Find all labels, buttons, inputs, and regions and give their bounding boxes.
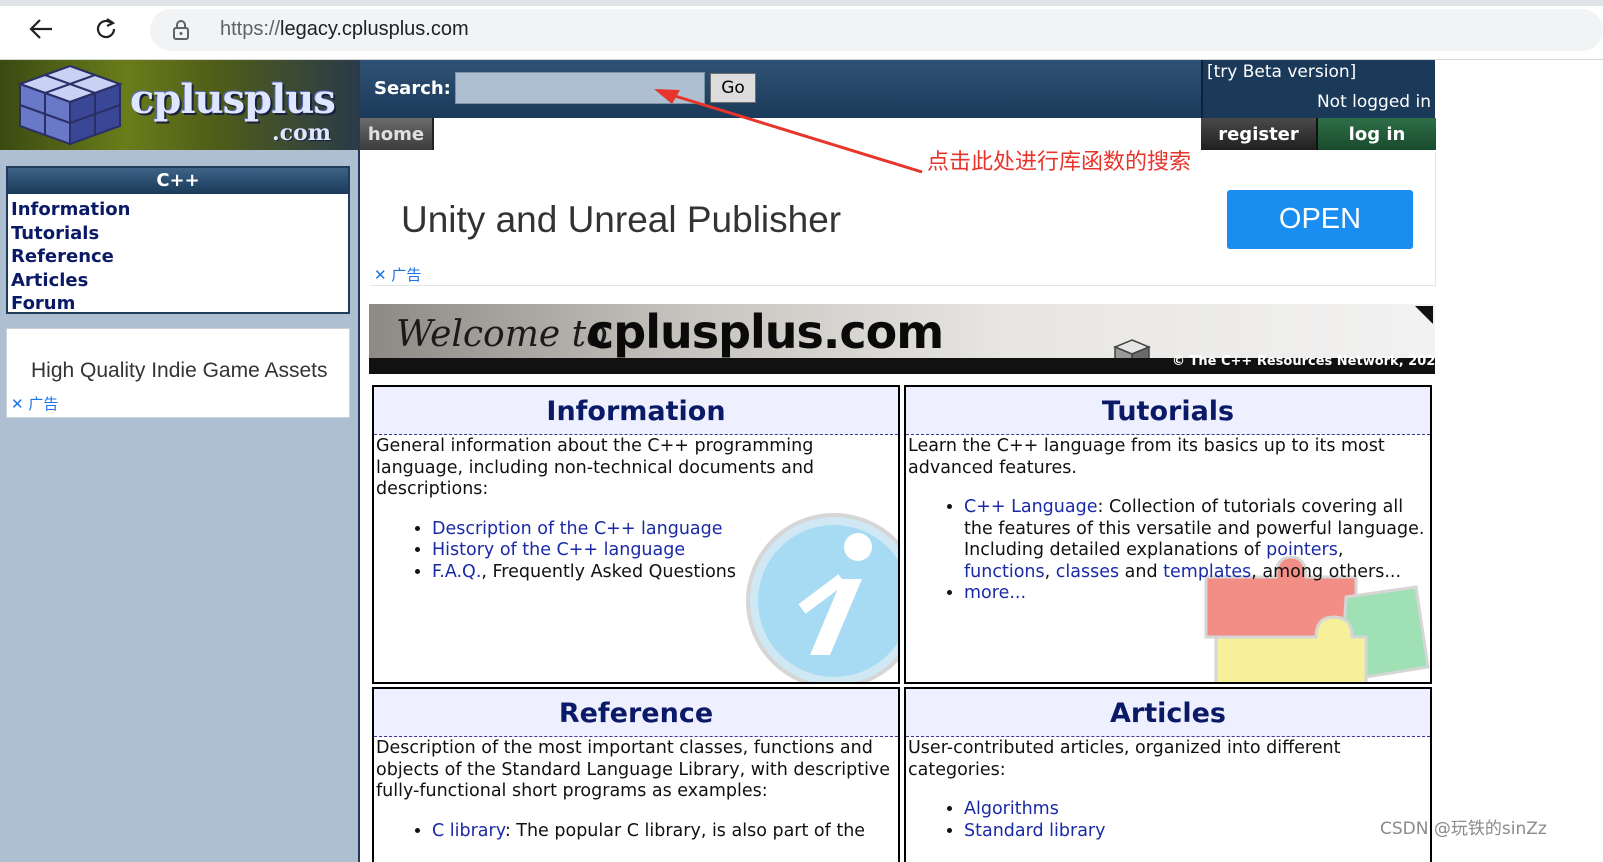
information-desc: General information about the C++ progra…: [376, 436, 815, 499]
tutorials-link-functions[interactable]: functions: [964, 562, 1045, 582]
reference-title[interactable]: Reference: [374, 689, 898, 737]
browser-toolbar: https://legacy.cplusplus.com: [0, 0, 1603, 60]
user-box: [try Beta version] Not logged in: [1201, 60, 1435, 118]
tutorials-link-classes[interactable]: classes: [1056, 562, 1119, 582]
url-host: legacy.cplusplus.com: [280, 18, 469, 40]
tutorials-link-pointers[interactable]: pointers: [1266, 540, 1338, 560]
left-ad-label: 广告: [28, 395, 59, 413]
list-item: C library: The popular C library, is als…: [432, 821, 898, 843]
information-link-faq[interactable]: F.A.Q.: [432, 562, 481, 582]
cpp-nav-title: C++: [8, 168, 348, 194]
articles-section: Articles User-contributed articles, orga…: [904, 687, 1432, 862]
top-ad-tag[interactable]: ✕ 广告: [374, 264, 421, 285]
login-status: Not logged in: [1316, 92, 1431, 112]
url-scheme: https://: [220, 18, 281, 40]
articles-link-algorithms[interactable]: Algorithms: [964, 799, 1059, 819]
csdn-watermark: CSDN @玩铁的sinZz: [1380, 819, 1547, 839]
ad-open-button[interactable]: OPEN: [1227, 190, 1413, 249]
address-bar[interactable]: https://legacy.cplusplus.com: [150, 9, 1603, 51]
separator: ,: [1044, 561, 1056, 582]
reload-icon[interactable]: [89, 12, 123, 46]
list-item: Algorithms: [964, 799, 1430, 821]
list-item: F.A.Q., Frequently Asked Questions: [432, 562, 898, 584]
close-ad-icon[interactable]: ✕: [11, 395, 24, 413]
sidebar-item-forum[interactable]: Forum: [11, 292, 345, 316]
lock-icon[interactable]: [172, 19, 190, 45]
articles-link-standard-library[interactable]: Standard library: [964, 821, 1105, 841]
tutorials-section: Tutorials Learn the C++ language from it…: [904, 385, 1432, 684]
small-cube-icon: [1113, 339, 1151, 358]
close-ad-icon[interactable]: ✕: [374, 266, 387, 284]
tutorials-desc: Learn the C++ language from its basics u…: [908, 436, 1385, 478]
reference-item-text: : The popular C library, is also part of…: [504, 820, 866, 841]
sidebar-item-tutorials[interactable]: Tutorials: [11, 222, 345, 246]
site-logo[interactable]: cplusplus .com: [0, 60, 360, 150]
tutorials-item-text-end: , among others...: [1251, 561, 1402, 582]
list-item: Standard library: [964, 821, 1430, 843]
articles-desc: User-contributed articles, organized int…: [908, 738, 1341, 780]
list-item: more...: [964, 583, 1430, 605]
cpp-nav-box: C++ Information Tutorials Reference Arti…: [6, 166, 350, 314]
annotation-arrow-icon: [654, 89, 923, 174]
url-text[interactable]: https://legacy.cplusplus.com: [220, 18, 469, 41]
tutorials-more-link[interactable]: more...: [964, 583, 1026, 603]
reference-desc: Description of the most important classe…: [376, 738, 891, 801]
list-item: History of the C++ language: [432, 540, 898, 562]
information-link-description[interactable]: Description of the C++ language: [432, 519, 723, 539]
information-title[interactable]: Information: [374, 387, 898, 435]
logo-suffix: .com: [272, 120, 332, 146]
site-page: cplusplus .com Search: Go [try Beta vers…: [0, 60, 1603, 862]
left-ad-tag[interactable]: ✕ 广告: [11, 393, 58, 414]
top-ad-label: 广告: [391, 266, 422, 284]
left-ad[interactable]: High Quality Indie Game Assets ✕ 广告: [6, 328, 350, 418]
sidebar-item-articles[interactable]: Articles: [11, 269, 345, 293]
separator: ,: [1337, 540, 1344, 560]
information-section: Information General information about th…: [372, 385, 900, 684]
cube-logo-icon: [17, 64, 123, 146]
list-item: C++ Language: Collection of tutorials co…: [964, 497, 1430, 583]
search-label: Search:: [374, 78, 451, 99]
welcome-text: Welcome to: [396, 314, 608, 355]
information-link-history[interactable]: History of the C++ language: [432, 540, 685, 560]
reference-link-c-library[interactable]: C library: [432, 821, 505, 841]
separator: and: [1119, 561, 1164, 582]
top-ad-title[interactable]: Unity and Unreal Publisher: [401, 199, 841, 241]
copyright-text: © The C++ Resources Network, 2020: [1172, 354, 1445, 369]
register-button[interactable]: register: [1201, 118, 1318, 150]
faq-text: , Frequently Asked Questions: [481, 561, 737, 582]
banner-corner-decoration: [1415, 306, 1433, 324]
home-tab[interactable]: home: [360, 118, 434, 150]
sidebar-item-reference[interactable]: Reference: [11, 245, 345, 269]
list-item: Description of the C++ language: [432, 519, 898, 541]
banner-site-name: cplusplus.com: [587, 305, 944, 359]
tutorials-link-templates[interactable]: templates: [1163, 562, 1251, 582]
tutorials-link-cpp-language[interactable]: C++ Language: [964, 497, 1097, 517]
reference-section: Reference Description of the most import…: [372, 687, 900, 862]
annotation-text: 点击此处进行库函数的搜索: [927, 150, 1192, 175]
back-arrow-icon[interactable]: [24, 12, 58, 46]
login-button[interactable]: log in: [1318, 118, 1436, 150]
left-ad-title[interactable]: High Quality Indie Game Assets: [31, 359, 327, 383]
articles-title[interactable]: Articles: [906, 689, 1430, 737]
tab-strip-edge: [0, 0, 1603, 6]
sidebar-item-information[interactable]: Information: [11, 198, 345, 222]
logo-text: cplusplus: [130, 76, 336, 123]
tutorials-title[interactable]: Tutorials: [906, 387, 1430, 435]
beta-link[interactable]: [try Beta version]: [1207, 62, 1356, 82]
